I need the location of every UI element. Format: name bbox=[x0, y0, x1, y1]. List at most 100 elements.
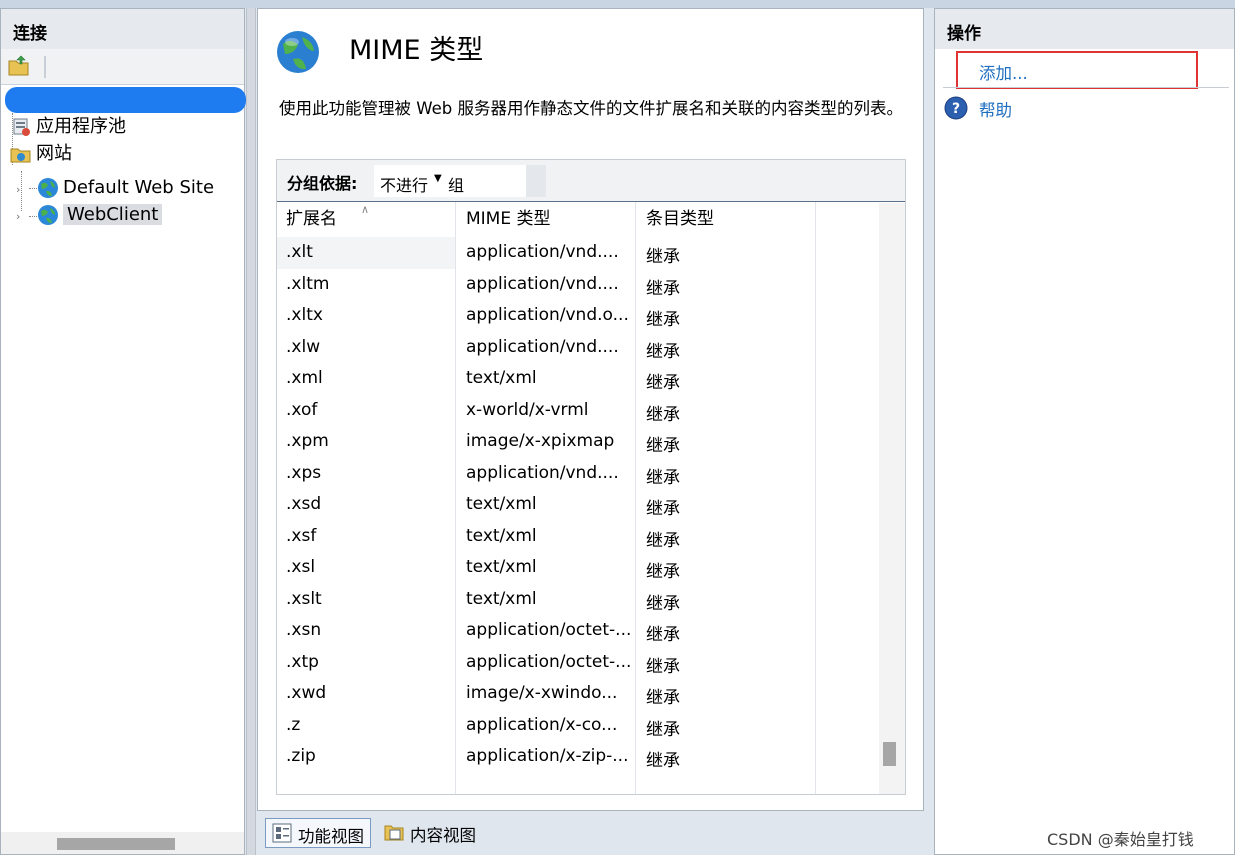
view-tabs: 功能视图 内容视图 bbox=[257, 812, 924, 855]
cell-entry-type: 继承 bbox=[646, 530, 680, 551]
cell-extension: .xsl bbox=[286, 557, 316, 577]
cell-extension: .xltm bbox=[286, 273, 330, 294]
group-by-value-suffix: 组 bbox=[448, 176, 465, 195]
tree-item-label: 应用程序池 bbox=[36, 116, 126, 137]
cell-mime-type: text/xml bbox=[466, 494, 537, 514]
group-by-dropdown[interactable]: 不进行 ▼ 组 bbox=[374, 165, 526, 197]
help-icon[interactable]: ? bbox=[944, 96, 968, 120]
tree-item-webclient[interactable]: WebClient bbox=[37, 203, 163, 227]
column-header-mime-type[interactable]: MIME 类型 bbox=[457, 202, 635, 236]
tree-item-app-pools[interactable]: 应用程序池 bbox=[10, 115, 126, 139]
cell-entry-type: 继承 bbox=[646, 373, 680, 393]
cell-extension: .xsn bbox=[286, 620, 322, 640]
column-header-entry-type[interactable]: 条目类型 bbox=[637, 202, 815, 236]
cell-mime-type: image/x-xpixmap bbox=[466, 431, 615, 451]
cell-extension: .xof bbox=[286, 399, 318, 420]
tree-item-label: Default Web Site bbox=[63, 177, 215, 198]
cell-mime-type: text/xml bbox=[466, 557, 537, 577]
tree-line bbox=[29, 188, 37, 189]
cell-extension: .xpm bbox=[286, 431, 329, 451]
redacted-server-node bbox=[5, 87, 246, 113]
tab-content-view[interactable]: 内容视图 bbox=[378, 818, 482, 848]
cell-extension: .xltx bbox=[286, 305, 323, 325]
table-row[interactable]: .zip application/x-zip-... 继承 bbox=[277, 741, 879, 773]
table-row[interactable]: .xltx application/vnd.o... 继承 bbox=[277, 300, 879, 332]
table-row[interactable]: .xsd text/xml 继承 bbox=[277, 489, 879, 521]
cell-entry-type: 继承 bbox=[646, 688, 680, 708]
add-action-link[interactable]: 添加... bbox=[979, 60, 1028, 84]
tab-label: 内容视图 bbox=[410, 826, 476, 845]
cell-extension: .xml bbox=[286, 368, 323, 388]
features-view-icon bbox=[272, 823, 292, 843]
sort-ascending-icon: ∧ bbox=[361, 203, 370, 216]
cell-entry-type: 继承 bbox=[646, 719, 680, 740]
table-row[interactable]: .xml text/xml 继承 bbox=[277, 363, 879, 395]
cell-entry-type: 继承 bbox=[646, 436, 680, 456]
sites-folder-icon bbox=[10, 143, 32, 165]
cell-entry-type: 继承 bbox=[646, 247, 680, 267]
pane-splitter[interactable] bbox=[246, 8, 256, 855]
tree-item-label: 网站 bbox=[36, 143, 72, 164]
expand-chevron-icon[interactable]: › bbox=[16, 183, 20, 196]
table-row[interactable]: .xps application/vnd.... 继承 bbox=[277, 458, 879, 490]
tree-item-default-web-site[interactable]: Default Web Site bbox=[37, 176, 214, 200]
group-by-label: 分组依据: bbox=[287, 174, 358, 193]
cell-extension: .xwd bbox=[286, 683, 327, 703]
scrollbar-thumb[interactable] bbox=[57, 838, 175, 850]
actions-separator bbox=[943, 87, 1229, 88]
connections-toolbar bbox=[1, 49, 244, 85]
group-by-bar: 分组依据: 不进行 ▼ 组 bbox=[277, 160, 905, 202]
table-row[interactable]: .xof x-world/x-vrml 继承 bbox=[277, 395, 879, 427]
table-row[interactable]: .xslt text/xml 继承 bbox=[277, 584, 879, 616]
table-row[interactable]: .xsn application/octet-... 继承 bbox=[277, 615, 879, 647]
tree-item-sites[interactable]: 网站 bbox=[10, 142, 72, 166]
mime-globe-icon bbox=[275, 29, 321, 75]
cell-extension: .zip bbox=[286, 746, 316, 766]
tree-item-label: WebClient bbox=[63, 204, 163, 225]
cell-entry-type: 继承 bbox=[646, 467, 680, 488]
cell-extension: .xps bbox=[286, 462, 322, 483]
table-row[interactable]: .xltm application/vnd.... 继承 bbox=[277, 269, 879, 301]
new-connection-icon[interactable] bbox=[7, 55, 31, 77]
cell-mime-type: application/vnd.... bbox=[466, 462, 619, 483]
mime-rows: .xlt application/vnd.... 继承 .xltm applicatio… bbox=[277, 237, 879, 773]
connections-title: 连接 bbox=[1, 9, 244, 49]
cell-mime-type: text/xml bbox=[466, 368, 537, 388]
toolbar-separator bbox=[44, 56, 46, 78]
list-vscrollbar[interactable] bbox=[879, 203, 905, 794]
actions-title: 操作 bbox=[935, 9, 1234, 49]
tree-line bbox=[29, 216, 37, 217]
table-row[interactable]: .z application/x-co... 继承 bbox=[277, 710, 879, 742]
table-row[interactable]: .xsf text/xml 继承 bbox=[277, 521, 879, 553]
cell-entry-type: 继承 bbox=[646, 341, 680, 362]
scrollbar-thumb[interactable] bbox=[883, 742, 896, 766]
app-pool-icon bbox=[10, 116, 32, 138]
actions-pane: 操作 添加... ? 帮助 bbox=[934, 8, 1235, 855]
cell-extension: .xlt bbox=[286, 242, 313, 262]
page-description: 使用此功能管理被 Web 服务器用作静态文件的文件扩展名和关联的内容类型的列表。 bbox=[279, 99, 903, 118]
table-row[interactable]: .xsl text/xml 继承 bbox=[277, 552, 879, 584]
group-by-button[interactable] bbox=[526, 165, 546, 197]
cell-entry-type: 继承 bbox=[646, 625, 680, 645]
cell-extension: .z bbox=[286, 714, 301, 735]
table-row[interactable]: .xpm image/x-xpixmap 继承 bbox=[277, 426, 879, 458]
table-row[interactable]: .xlw application/vnd.... 继承 bbox=[277, 332, 879, 364]
tab-features-view[interactable]: 功能视图 bbox=[265, 818, 371, 848]
page-title: MIME 类型 bbox=[349, 35, 484, 66]
tree-line bbox=[21, 171, 22, 211]
table-row[interactable]: .xwd image/x-xwindo... 继承 bbox=[277, 678, 879, 710]
mime-types-list: 分组依据: 不进行 ▼ 组 扩展名 ∧ MIME 类型 条目类型 .xlt app… bbox=[276, 159, 906, 795]
cell-entry-type: 继承 bbox=[646, 593, 680, 614]
cell-mime-type: application/vnd.o... bbox=[466, 305, 629, 325]
expand-chevron-icon[interactable]: › bbox=[16, 210, 20, 223]
globe-icon bbox=[37, 177, 59, 199]
cell-entry-type: 继承 bbox=[646, 656, 680, 677]
table-row[interactable]: .xtp application/octet-... 继承 bbox=[277, 647, 879, 679]
cell-mime-type: x-world/x-vrml bbox=[466, 399, 589, 420]
dropdown-arrow-icon: ▼ bbox=[434, 173, 442, 184]
table-row[interactable]: .xlt application/vnd.... 继承 bbox=[277, 237, 879, 269]
connections-hscrollbar[interactable] bbox=[1, 832, 244, 854]
cell-mime-type: application/x-zip-... bbox=[466, 746, 629, 766]
help-action-link[interactable]: 帮助 bbox=[979, 97, 1012, 121]
cell-mime-type: application/x-co... bbox=[466, 714, 618, 735]
